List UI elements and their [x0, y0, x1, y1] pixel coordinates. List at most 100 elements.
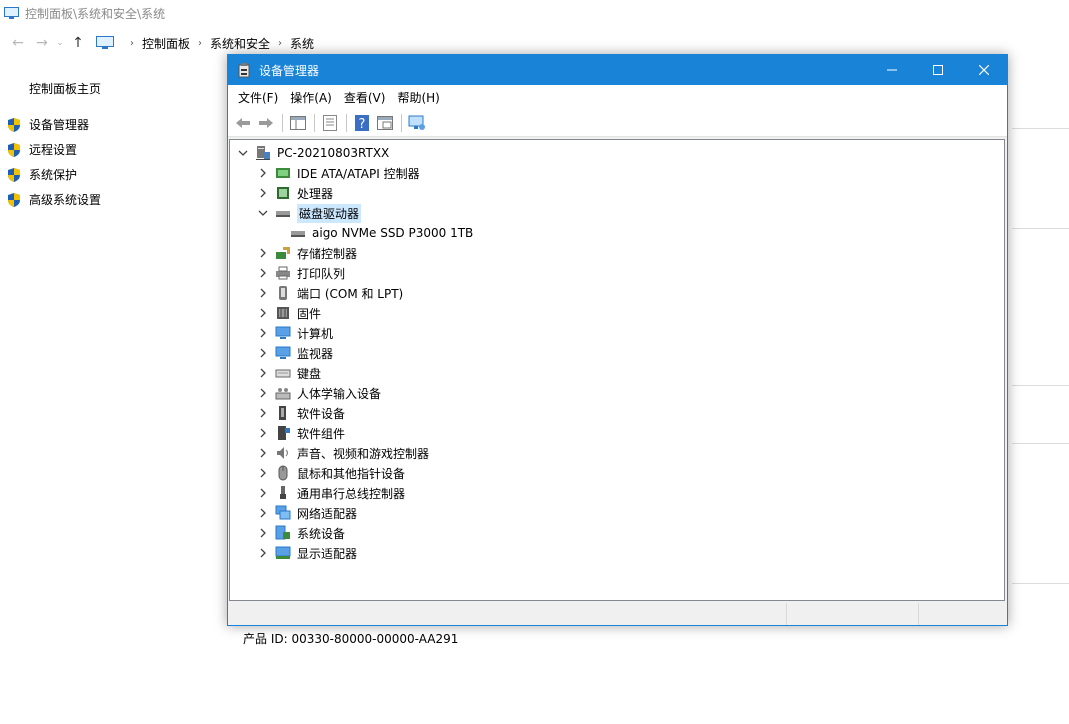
chevron-right-icon[interactable]: [256, 246, 270, 260]
control-panel-titlebar: 控制面板\系统和安全\系统: [0, 0, 1069, 26]
task-label: 远程设置: [29, 143, 78, 157]
tree-category[interactable]: 存储控制器: [256, 243, 357, 263]
tree-category[interactable]: 显示适配器: [256, 543, 357, 563]
software-component-icon: [275, 425, 291, 441]
show-hide-tree-icon[interactable]: [287, 112, 309, 134]
mouse-icon: [275, 465, 291, 481]
menu-view[interactable]: 查看(V): [338, 89, 392, 106]
tree-category[interactable]: 软件组件: [256, 423, 345, 443]
chevron-right-icon[interactable]: [256, 346, 270, 360]
window-controls: [869, 55, 1007, 85]
task-advanced-settings[interactable]: 高级系统设置: [6, 191, 101, 208]
tree-category[interactable]: 声音、视频和游戏控制器: [256, 443, 429, 463]
task-system-protection[interactable]: 系统保护: [6, 166, 77, 183]
device-manager-icon: [236, 62, 252, 78]
chevron-right-icon[interactable]: [256, 486, 270, 500]
chevron-right-icon[interactable]: [256, 326, 270, 340]
tree-category-label: 固件: [297, 306, 322, 321]
up-arrow-icon[interactable]: ↑: [66, 31, 90, 55]
tree-category[interactable]: 网络适配器: [256, 503, 357, 523]
tree-category-label: 软件设备: [297, 406, 346, 421]
close-icon[interactable]: [961, 55, 1007, 85]
tree-category[interactable]: IDE ATA/ATAPI 控制器: [256, 163, 420, 183]
control-panel-home-link[interactable]: 控制面板主页: [29, 80, 101, 97]
chevron-right-icon[interactable]: [256, 546, 270, 560]
chevron-right-icon[interactable]: [256, 306, 270, 320]
breadcrumb-system[interactable]: 系统: [290, 35, 314, 52]
speaker-icon: [275, 445, 291, 461]
chevron-right-icon[interactable]: [256, 386, 270, 400]
tree-category-label: 计算机: [297, 326, 334, 341]
tree-category[interactable]: 固件: [256, 303, 321, 323]
task-device-manager[interactable]: 设备管理器: [6, 116, 89, 133]
toolbar-separator: [346, 113, 347, 132]
forward-icon[interactable]: [255, 112, 277, 134]
chevron-right-icon[interactable]: [256, 266, 270, 280]
chevron-right-icon[interactable]: [256, 366, 270, 380]
chevron-down-icon[interactable]: [236, 146, 250, 160]
device-manager-window: 设备管理器 文件(F) 操作(A) 查看(V) 帮助(H) ? PC-20210…: [227, 54, 1008, 626]
tree-category[interactable]: 通用串行总线控制器: [256, 483, 405, 503]
disk-icon: [290, 225, 306, 241]
breadcrumb-control-panel[interactable]: 控制面板: [142, 35, 190, 52]
task-remote-settings[interactable]: 远程设置: [6, 141, 77, 158]
chevron-right-icon[interactable]: ›: [278, 38, 282, 49]
help-icon[interactable]: ?: [351, 112, 373, 134]
tree-category[interactable]: 计算机: [256, 323, 333, 343]
tree-category[interactable]: 系统设备: [256, 523, 345, 543]
chevron-down-icon[interactable]: [256, 206, 270, 220]
section-divider: [1012, 583, 1069, 584]
window-title: 设备管理器: [259, 63, 320, 78]
chevron-right-icon[interactable]: [256, 446, 270, 460]
section-divider: [1012, 385, 1069, 386]
tree-category-label: 网络适配器: [297, 506, 358, 521]
toolbar-separator: [401, 113, 402, 132]
tree-category[interactable]: 鼠标和其他指针设备: [256, 463, 405, 483]
uac-shield-icon: [6, 192, 22, 208]
chevron-right-icon[interactable]: ›: [130, 38, 134, 49]
properties-icon[interactable]: [319, 112, 341, 134]
menu-help[interactable]: 帮助(H): [391, 89, 445, 106]
forward-arrow-icon[interactable]: →: [30, 31, 54, 55]
maximize-icon[interactable]: [915, 55, 961, 85]
scan-hardware-icon[interactable]: [406, 112, 428, 134]
breadcrumb: › 控制面板 › 系统和安全 › 系统: [96, 35, 314, 52]
toolbar-separator: [314, 113, 315, 132]
task-label: 高级系统设置: [29, 193, 102, 207]
chevron-right-icon[interactable]: [256, 286, 270, 300]
chevron-right-icon[interactable]: [256, 406, 270, 420]
menu-action[interactable]: 操作(A): [284, 89, 338, 106]
tree-root[interactable]: PC-20210803RTXX: [236, 143, 389, 163]
chevron-right-icon[interactable]: [256, 426, 270, 440]
chevron-right-icon[interactable]: ›: [198, 38, 202, 49]
back-icon[interactable]: [232, 112, 254, 134]
tree-category[interactable]: 键盘: [256, 363, 321, 383]
menu-file[interactable]: 文件(F): [232, 89, 284, 106]
uac-shield-icon: [6, 117, 22, 133]
breadcrumb-system-security[interactable]: 系统和安全: [210, 35, 270, 52]
chevron-right-icon[interactable]: [256, 186, 270, 200]
tree-category[interactable]: 人体学输入设备: [256, 383, 381, 403]
back-arrow-icon[interactable]: ←: [6, 31, 30, 55]
chevron-right-icon[interactable]: [256, 526, 270, 540]
chevron-right-icon[interactable]: [256, 466, 270, 480]
tree-category[interactable]: 处理器: [256, 183, 333, 203]
tree-category[interactable]: 监视器: [256, 343, 333, 363]
tree-category[interactable]: 打印队列: [256, 263, 345, 283]
tree-category[interactable]: 端口 (COM 和 LPT): [256, 283, 403, 303]
device-tree[interactable]: PC-20210803RTXX IDE ATA/ATAPI 控制器 处理器 磁盘驱动…: [229, 139, 1005, 601]
device-manager-titlebar[interactable]: 设备管理器: [228, 55, 1007, 85]
system-device-icon: [275, 525, 291, 541]
minimize-icon[interactable]: [869, 55, 915, 85]
view-icon[interactable]: [374, 112, 396, 134]
recent-dropdown-icon[interactable]: ⌄: [54, 31, 66, 55]
tree-device[interactable]: aigo NVMe SSD P3000 1TB: [290, 223, 473, 243]
chevron-right-icon[interactable]: [256, 506, 270, 520]
product-id: 产品 ID: 00330-80000-00000-AA291: [243, 632, 459, 646]
tree-category-label: 打印队列: [297, 266, 346, 281]
tree-category[interactable]: 磁盘驱动器: [256, 203, 362, 223]
control-panel-icon: [96, 36, 114, 50]
chevron-right-icon[interactable]: [256, 166, 270, 180]
status-bar: [228, 603, 1007, 625]
tree-category[interactable]: 软件设备: [256, 403, 345, 423]
